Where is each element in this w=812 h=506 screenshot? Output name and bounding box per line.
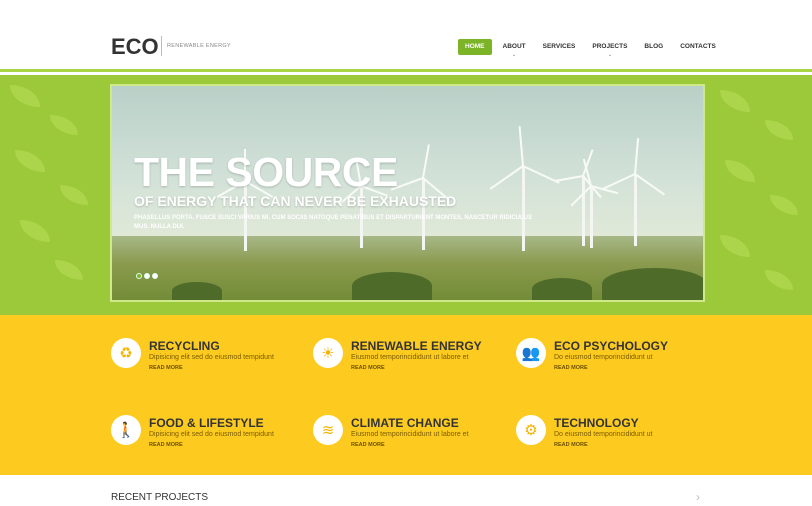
leaf-decoration: [765, 120, 793, 140]
leaf-decoration: [720, 90, 750, 112]
nav-item-home[interactable]: HOME: [458, 39, 492, 55]
slider-dot[interactable]: [144, 273, 150, 279]
feature-title[interactable]: TECHNOLOGY: [554, 416, 639, 430]
site-tagline: RENEWABLE ENERGY: [167, 43, 231, 49]
sun-icon: ☀: [313, 338, 343, 368]
slider-pagination: [136, 273, 160, 279]
tree-line: [532, 278, 592, 300]
read-more-link[interactable]: READ MORE: [351, 365, 385, 371]
tree-line: [352, 272, 432, 300]
read-more-link[interactable]: READ MORE: [351, 442, 385, 448]
read-more-link[interactable]: READ MORE: [554, 365, 588, 371]
nav-label: BLOG: [644, 43, 664, 50]
read-more-link[interactable]: READ MORE: [554, 442, 588, 448]
nav-label: SERVICES: [542, 43, 576, 50]
leaf-decoration: [20, 220, 50, 242]
hero-title: THE SOURCE: [134, 149, 398, 195]
main-nav: HOME ABOUT ⌄ SERVICES PROJECTS ⌄ BLOG CONT…: [458, 39, 727, 58]
read-more-link[interactable]: READ MORE: [149, 365, 183, 371]
tree-line: [602, 268, 703, 300]
logo-divider: [161, 36, 162, 56]
feature-description: Dipisicing elit sed do eiusmod tempidunt: [149, 431, 274, 438]
feature-food-lifestyle: 🚶 FOOD & LIFESTYLE Dipisicing elit sed d…: [111, 415, 311, 475]
feature-description: Eiusmod temporincididunt ut labore et: [351, 431, 469, 438]
feature-title[interactable]: FOOD & LIFESTYLE: [149, 416, 264, 430]
nav-item-contacts[interactable]: CONTACTS: [674, 39, 722, 55]
feature-description: Eiusmod temporincididunt ut labore et: [351, 354, 469, 361]
nav-item-blog[interactable]: BLOG: [638, 39, 669, 55]
nav-label: PROJECTS: [592, 43, 628, 50]
read-more-link[interactable]: READ MORE: [149, 442, 183, 448]
slider-dot[interactable]: [152, 273, 158, 279]
nav-label: HOME: [465, 43, 485, 50]
leaf-decoration: [10, 85, 40, 107]
leaf-decoration: [60, 185, 88, 205]
feature-title[interactable]: RECYCLING: [149, 339, 220, 353]
nav-label: CONTACTS: [680, 43, 716, 50]
recent-projects-section: RECENT PROJECTS ›: [0, 475, 812, 506]
leaf-decoration: [765, 270, 793, 290]
nav-item-about[interactable]: ABOUT ⌄: [497, 39, 532, 58]
tree-line: [172, 282, 222, 300]
site-logo[interactable]: ECO: [111, 34, 159, 60]
waves-icon: ≋: [313, 415, 343, 445]
feature-description: Dipisicing elit sed do eiusmod tempidunt: [149, 354, 274, 361]
hero-subtitle: OF ENERGY THAT CAN NEVER BE EXHAUSTED: [134, 193, 457, 209]
chevron-down-icon: ⌄: [607, 52, 613, 58]
nav-item-projects[interactable]: PROJECTS ⌄: [586, 39, 633, 58]
feature-climate-change: ≋ CLIMATE CHANGE Eiusmod temporincididun…: [313, 415, 513, 475]
nav-item-services[interactable]: SERVICES: [537, 39, 582, 55]
recycle-icon: ♻: [111, 338, 141, 368]
feature-title[interactable]: CLIMATE CHANGE: [351, 416, 459, 430]
walking-person-icon: 🚶: [111, 415, 141, 445]
leaf-decoration: [15, 150, 45, 172]
features-section: ♻ RECYCLING Dipisicing elit sed do eiusm…: [0, 315, 812, 475]
section-title: RECENT PROJECTS: [111, 492, 209, 503]
nav-label: ABOUT: [502, 43, 526, 50]
feature-recycling: ♻ RECYCLING Dipisicing elit sed do eiusm…: [111, 338, 311, 398]
people-icon: 👥: [516, 338, 546, 368]
leaf-decoration: [720, 235, 750, 257]
feature-title[interactable]: RENEWABLE ENERGY: [351, 339, 482, 353]
hero-description: PHASELLUS PORTA. FUSCE SUSCI VARIUS MI. …: [134, 215, 533, 230]
feature-title[interactable]: ECO PSYCHOLOGY: [554, 339, 668, 353]
chevron-down-icon: ⌄: [512, 52, 517, 58]
leaf-decoration: [770, 195, 798, 215]
slider-dot[interactable]: [136, 273, 142, 279]
feature-renewable-energy: ☀ RENEWABLE ENERGY Eiusmod temporincidid…: [313, 338, 513, 398]
feature-description: Do eiusmod temporincididunt ut: [554, 431, 653, 438]
feature-eco-psychology: 👥 ECO PSYCHOLOGY Do eiusmod temporincidi…: [516, 338, 716, 398]
feature-technology: ⚙ TECHNOLOGY Do eiusmod temporincididunt…: [516, 415, 716, 475]
leaf-decoration: [725, 160, 755, 182]
leaf-decoration: [50, 115, 78, 135]
feature-description: Do eiusmod temporincididunt ut: [554, 354, 653, 361]
chevron-right-icon[interactable]: ›: [696, 490, 700, 504]
gears-icon: ⚙: [516, 415, 546, 445]
leaf-decoration: [55, 260, 83, 280]
site-header: ECO RENEWABLE ENERGY HOME ABOUT ⌄ SERVICE…: [0, 0, 812, 72]
